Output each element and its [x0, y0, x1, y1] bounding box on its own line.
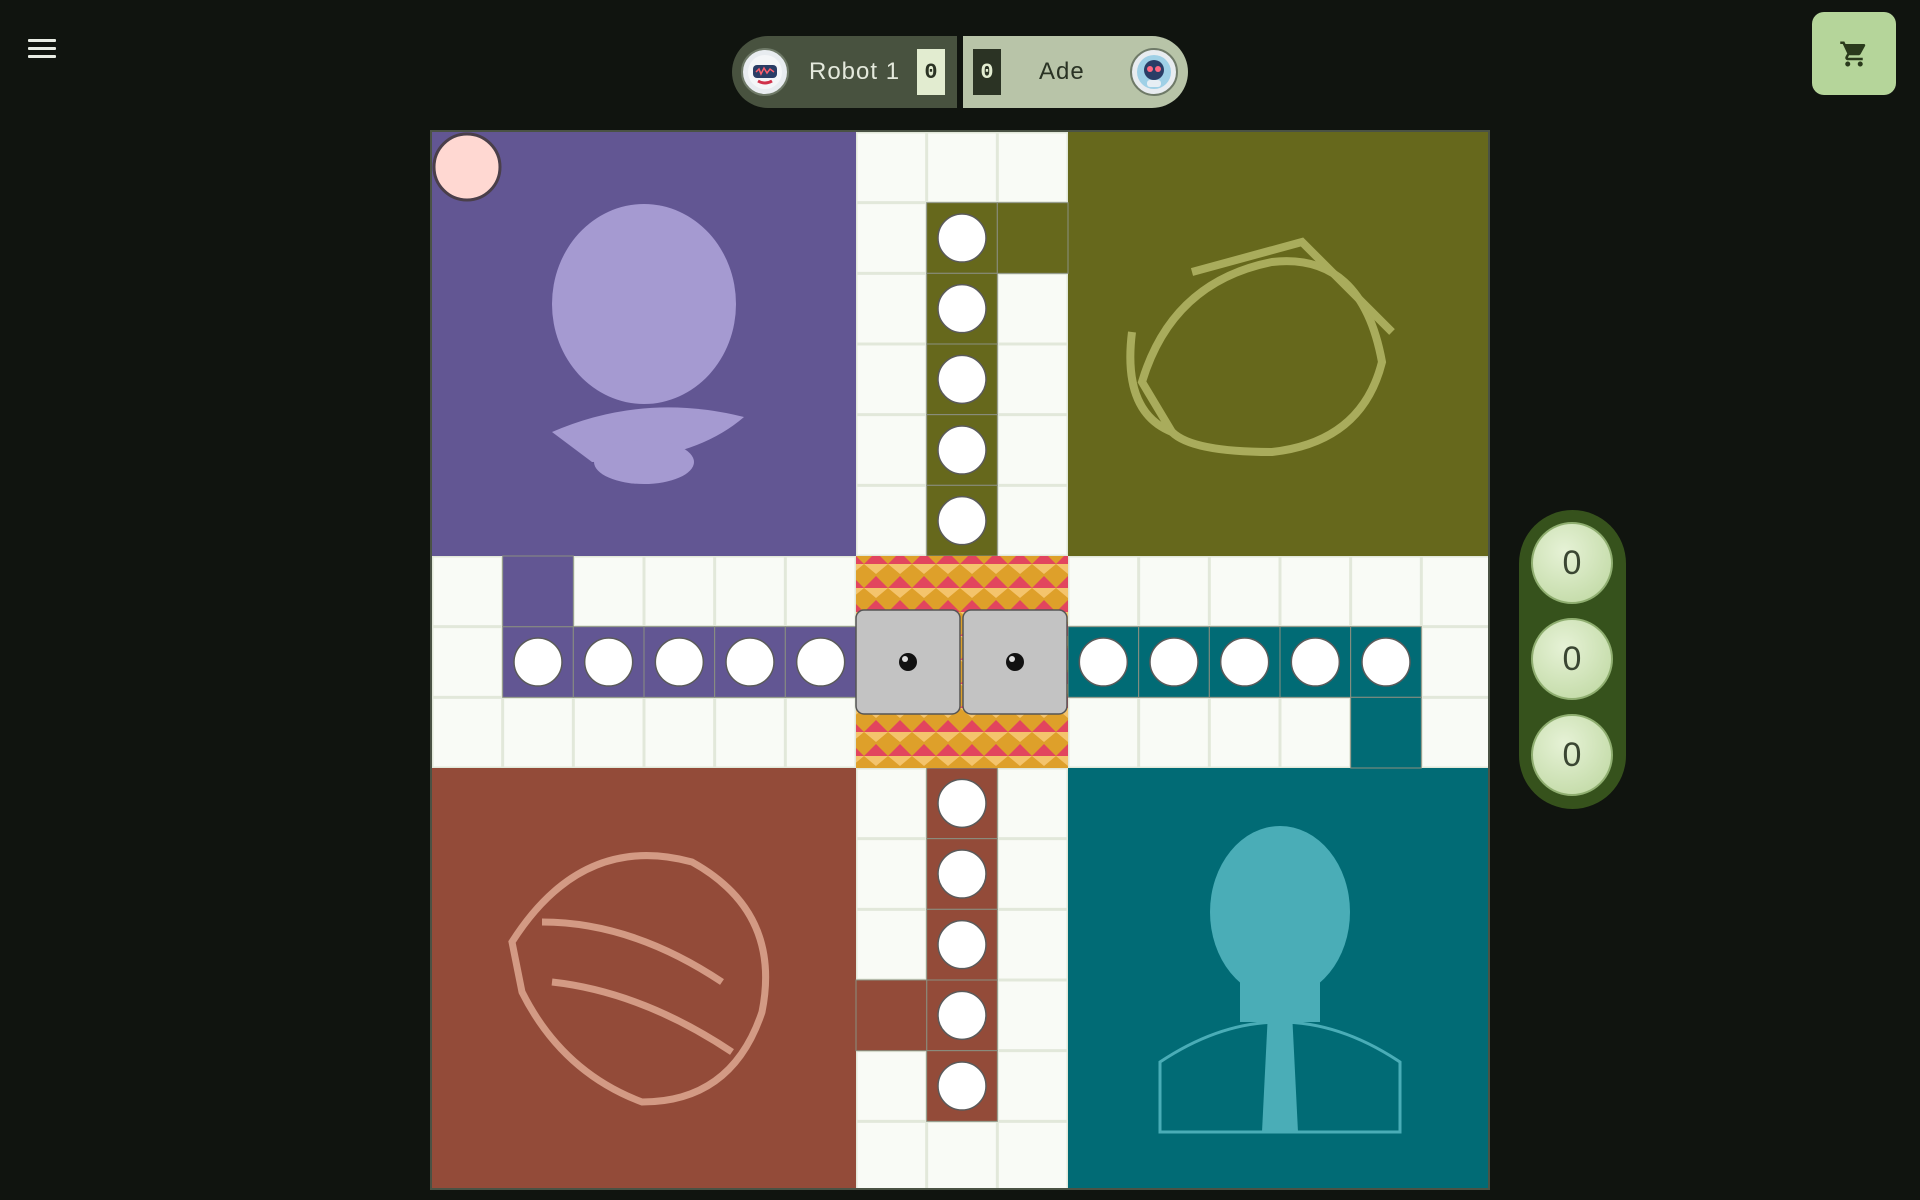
brown-start-cell: [855, 979, 928, 1052]
player-card-robot: Robot 1 0: [732, 36, 957, 108]
teal-track-cell-slot[interactable]: [1149, 637, 1199, 687]
shopping-cart-icon: [1840, 41, 1866, 66]
purple-token[interactable]: [432, 132, 502, 202]
brown-track-cell-slot[interactable]: [937, 1061, 987, 1111]
teal-track-cell-slot[interactable]: [1361, 637, 1411, 687]
olive-start-cell: [996, 202, 1069, 274]
hamburger-menu-button[interactable]: [28, 34, 68, 64]
roll-counter-button[interactable]: 0: [1531, 618, 1613, 700]
brown-track-cell-slot[interactable]: [937, 919, 987, 970]
brown-home-base: [432, 768, 856, 1188]
robot-avatar-icon: [741, 48, 789, 96]
teal-start-cell: [1350, 696, 1422, 769]
roll-counter-button[interactable]: 0: [1531, 522, 1613, 604]
brown-track-cell-slot[interactable]: [937, 990, 987, 1041]
teal-track-cell-slot[interactable]: [1078, 637, 1129, 687]
teal-track-cell-slot[interactable]: [1219, 637, 1270, 687]
olive-track-cell-slot[interactable]: [937, 283, 987, 334]
purple-track-cell-slot[interactable]: [654, 637, 705, 687]
player-name: Robot 1: [809, 58, 901, 85]
brown-track-cell-slot[interactable]: [937, 778, 987, 829]
olive-track-cell-slot[interactable]: [937, 354, 987, 405]
hamburger-menu-icon: [28, 39, 56, 42]
die-1-pip: [899, 653, 917, 671]
robot-avatar-icon: [1130, 48, 1178, 96]
ludo-board: [430, 130, 1490, 1190]
die-2-pip: [1006, 653, 1024, 671]
purple-start-cell: [502, 555, 574, 628]
player-score: 0: [917, 49, 945, 95]
player-card-ade: 0 Ade: [963, 36, 1188, 108]
player-score: 0: [973, 49, 1001, 95]
player-name: Ade: [1039, 58, 1085, 85]
purple-track-cell-slot[interactable]: [795, 637, 846, 687]
teal-track-cell-slot[interactable]: [1290, 637, 1341, 687]
purple-track-cell-slot[interactable]: [513, 637, 563, 687]
scoreboard: Robot 1 0 0 Ade: [732, 36, 1188, 108]
brown-track-cell-slot[interactable]: [937, 849, 987, 899]
olive-track-cell-slot[interactable]: [937, 425, 987, 475]
shop-button[interactable]: [1812, 12, 1896, 95]
purple-track-cell-slot[interactable]: [583, 637, 634, 687]
roll-counter-button[interactable]: 0: [1531, 714, 1613, 796]
olive-track-cell-slot[interactable]: [937, 213, 987, 263]
board-drawing: [432, 132, 1488, 1188]
purple-track-cell-slot[interactable]: [725, 637, 775, 687]
roll-counter-panel: 0 0 0: [1519, 510, 1626, 809]
olive-track-cell-slot[interactable]: [937, 495, 987, 546]
